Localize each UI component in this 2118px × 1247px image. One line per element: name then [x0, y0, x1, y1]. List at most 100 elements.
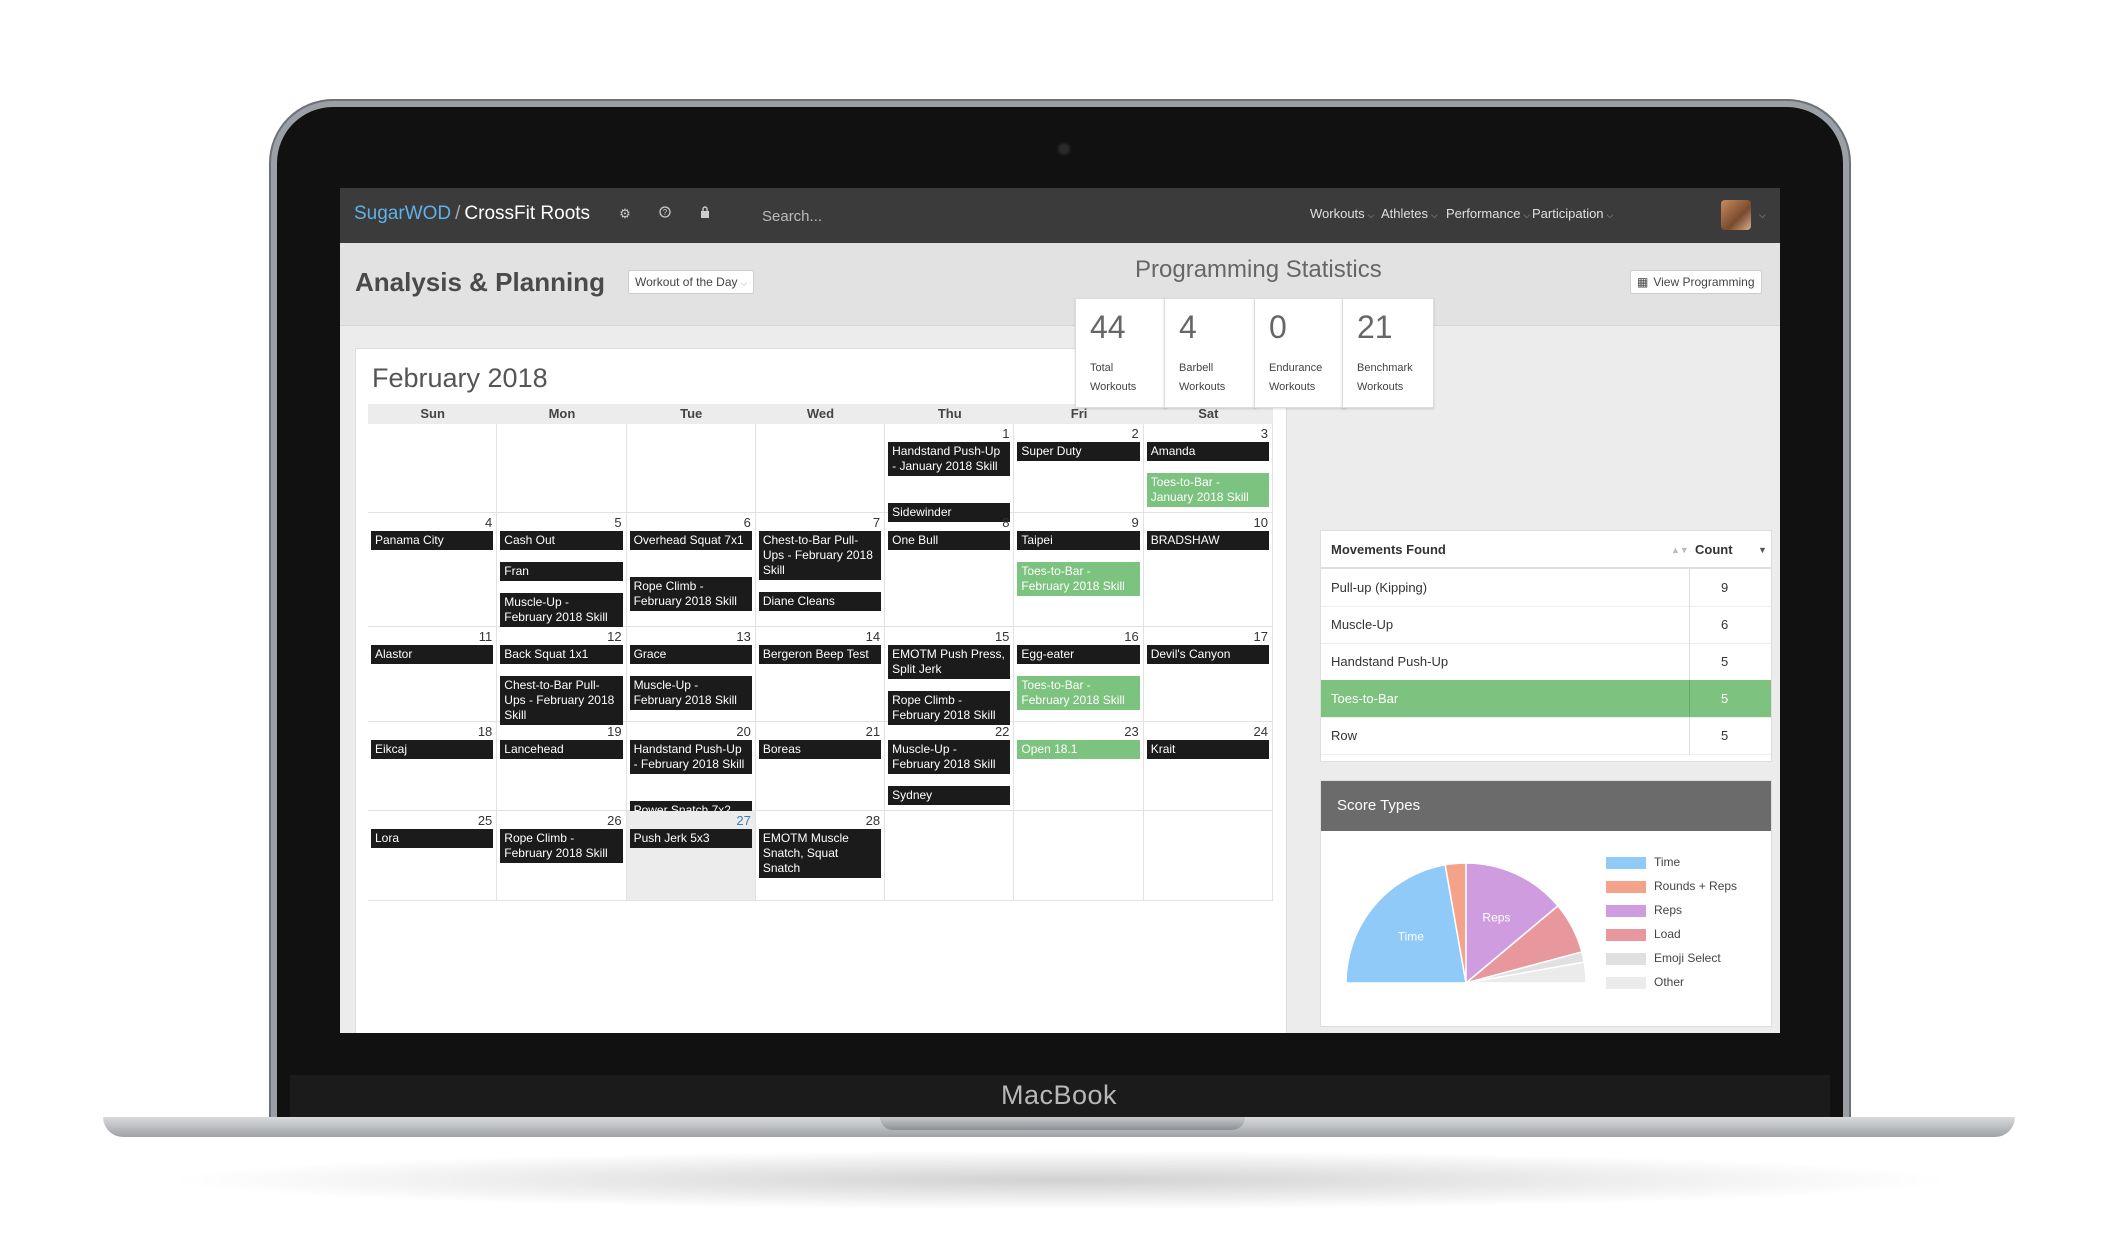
day-number[interactable]: 22	[995, 724, 1009, 739]
calendar-event[interactable]: Bergeron Beep Test	[758, 645, 882, 664]
calendar-day-cell[interactable]: 5 Cash Out Fran Muscle-Up - February 2018 S…	[497, 513, 627, 627]
calendar-event[interactable]: Taipei	[1017, 531, 1140, 550]
gear-icon[interactable]: ⚙	[617, 206, 633, 222]
day-number[interactable]: 27	[736, 813, 750, 828]
day-number[interactable]: 26	[607, 813, 621, 828]
calendar-day-cell[interactable]	[368, 424, 498, 513]
calendar-event[interactable]: Toes-to-Bar - January 2018 Skill	[1146, 473, 1269, 507]
avatar[interactable]	[1721, 200, 1751, 230]
view-programming-button[interactable]: ▦ View Programming	[1630, 270, 1762, 294]
calendar-event[interactable]: Sydney	[888, 786, 1011, 805]
calendar-day-cell[interactable]: 18 Eikcaj	[368, 722, 498, 811]
calendar-event[interactable]: One Bull	[888, 531, 1011, 550]
calendar-event[interactable]: Handstand Push-Up - January 2018 Skill	[888, 442, 1011, 476]
legend-item[interactable]: Load	[1606, 927, 1681, 941]
calendar-event[interactable]: Chest-to-Bar Pull-Ups - February 2018 Sk…	[500, 676, 623, 725]
table-row[interactable]: Row 5	[1321, 717, 1771, 755]
calendar-day-cell[interactable]: 8 One Bull	[885, 513, 1015, 627]
menu-participation[interactable]: Participation ⌵	[1532, 206, 1613, 221]
day-number[interactable]: 11	[479, 629, 493, 644]
calendar-event[interactable]: Egg-eater	[1017, 645, 1140, 664]
day-number[interactable]: 13	[736, 629, 750, 644]
calendar-day-cell[interactable]: 11 Alastor	[368, 627, 498, 722]
calendar-day-cell[interactable]: 22 Muscle-Up - February 2018 Skill Sydney	[885, 722, 1015, 811]
day-number[interactable]: 5	[614, 515, 621, 530]
calendar-event[interactable]: Back Squat 1x1	[500, 645, 623, 664]
day-number[interactable]: 7	[873, 515, 880, 530]
day-number[interactable]: 10	[1254, 515, 1268, 530]
menu-workouts[interactable]: Workouts ⌵	[1310, 206, 1375, 221]
legend-item[interactable]: Rounds + Reps	[1606, 879, 1737, 893]
day-number[interactable]: 3	[1261, 426, 1268, 441]
workout-type-dropdown[interactable]: Workout of the Day ⌵	[628, 270, 755, 294]
calendar-day-cell[interactable]: 10 BRADSHAW	[1143, 513, 1273, 627]
legend-item[interactable]: Other	[1606, 975, 1684, 989]
day-number[interactable]: 17	[1254, 629, 1268, 644]
calendar-event[interactable]: Lora	[371, 829, 494, 848]
calendar-event[interactable]: Push Jerk 5x3	[629, 829, 752, 848]
day-number[interactable]: 25	[478, 813, 492, 828]
calendar-day-cell[interactable]: 1 Handstand Push-Up - January 2018 Skill S…	[885, 424, 1015, 522]
calendar-day-cell[interactable]: 17 Devil's Canyon	[1143, 627, 1273, 722]
calendar-day-cell[interactable]: 20 Handstand Push-Up - February 2018 Skil…	[626, 722, 756, 820]
calendar-day-cell[interactable]: 15 EMOTM Push Press, Split Jerk Rope Climb…	[885, 627, 1015, 725]
day-number[interactable]: 2	[1131, 426, 1138, 441]
legend-item[interactable]: Reps	[1606, 903, 1682, 917]
calendar-day-cell[interactable]: 19 Lancehead	[497, 722, 627, 811]
calendar-day-cell[interactable]: 25 Lora	[368, 811, 498, 901]
calendar-day-cell[interactable]: 24 Krait	[1143, 722, 1273, 811]
day-number[interactable]: 23	[1124, 724, 1138, 739]
help-icon[interactable]: ?	[657, 206, 673, 222]
brand-link[interactable]: SugarWOD	[354, 203, 451, 224]
calendar-event[interactable]: Alastor	[371, 645, 494, 664]
calendar-event[interactable]: Amanda	[1146, 442, 1269, 461]
menu-athletes[interactable]: Athletes ⌵	[1381, 206, 1438, 221]
calendar-event[interactable]: EMOTM Push Press, Split Jerk	[888, 645, 1011, 679]
calendar-event[interactable]: Diane Cleans	[758, 592, 882, 611]
calendar-day-cell[interactable]: 7 Chest-to-Bar Pull-Ups - February 2018 S…	[755, 513, 886, 627]
day-number[interactable]: 6	[744, 515, 751, 530]
day-number[interactable]: 19	[607, 724, 621, 739]
calendar-event[interactable]: Muscle-Up - February 2018 Skill	[888, 740, 1011, 774]
calendar-event[interactable]: Handstand Push-Up - February 2018 Skill	[629, 740, 752, 774]
day-number[interactable]: 21	[866, 724, 880, 739]
calendar-event[interactable]: BRADSHAW	[1146, 531, 1269, 550]
calendar-event[interactable]: Eikcaj	[371, 740, 494, 759]
calendar-event[interactable]: Panama City	[371, 531, 494, 550]
day-number[interactable]: 20	[736, 724, 750, 739]
day-number[interactable]: 4	[485, 515, 492, 530]
calendar-day-cell[interactable]: 3 Amanda Toes-to-Bar - January 2018 Skill	[1143, 424, 1273, 513]
calendar-event[interactable]: Devil's Canyon	[1146, 645, 1269, 664]
calendar-day-cell[interactable]	[626, 424, 756, 513]
calendar-event[interactable]: Boreas	[758, 740, 882, 759]
calendar-event[interactable]: Muscle-Up - February 2018 Skill	[629, 676, 752, 710]
calendar-event[interactable]: EMOTM Muscle Snatch, Squat Snatch	[758, 829, 882, 878]
menu-performance[interactable]: Performance ⌵	[1446, 206, 1530, 221]
calendar-event[interactable]: Rope Climb - February 2018 Skill	[888, 691, 1011, 725]
calendar-day-cell[interactable]: 16 Egg-eater Toes-to-Bar - February 2018 S…	[1014, 627, 1144, 722]
calendar-event[interactable]: Toes-to-Bar - February 2018 Skill	[1017, 562, 1140, 596]
calendar-day-cell[interactable]: 14 Bergeron Beep Test	[755, 627, 886, 722]
calendar-day-cell[interactable]	[1014, 811, 1144, 901]
sort-icon[interactable]: ▲▼	[1671, 545, 1689, 555]
calendar-day-cell[interactable]: 13 Grace Muscle-Up - February 2018 Skill	[626, 627, 756, 722]
legend-item[interactable]: Emoji Select	[1606, 951, 1721, 965]
day-number[interactable]: 28	[866, 813, 880, 828]
calendar-event[interactable]: Muscle-Up - February 2018 Skill	[500, 593, 623, 627]
account-menu-caret[interactable]: ⌵	[1756, 206, 1766, 221]
calendar-event[interactable]: Toes-to-Bar - February 2018 Skill	[1017, 676, 1140, 710]
calendar-day-cell[interactable]	[885, 811, 1015, 901]
calendar-day-cell[interactable]	[497, 424, 627, 513]
day-number[interactable]: 12	[607, 629, 621, 644]
calendar-day-cell[interactable]: 27 Push Jerk 5x3	[626, 811, 756, 901]
sort-desc-icon[interactable]: ▼	[1758, 545, 1767, 555]
table-row[interactable]: Handstand Push-Up 5	[1321, 643, 1771, 681]
column-header-movements[interactable]: Movements Found	[1331, 542, 1446, 557]
day-number[interactable]: 8	[1002, 515, 1009, 530]
calendar-event[interactable]: Rope Climb - February 2018 Skill	[629, 577, 752, 611]
calendar-day-cell[interactable]: 4 Panama City	[368, 513, 498, 627]
column-header-count[interactable]: Count	[1695, 542, 1733, 557]
day-number[interactable]: 15	[995, 629, 1009, 644]
day-number[interactable]: 24	[1254, 724, 1268, 739]
calendar-day-cell[interactable]	[1143, 811, 1273, 901]
